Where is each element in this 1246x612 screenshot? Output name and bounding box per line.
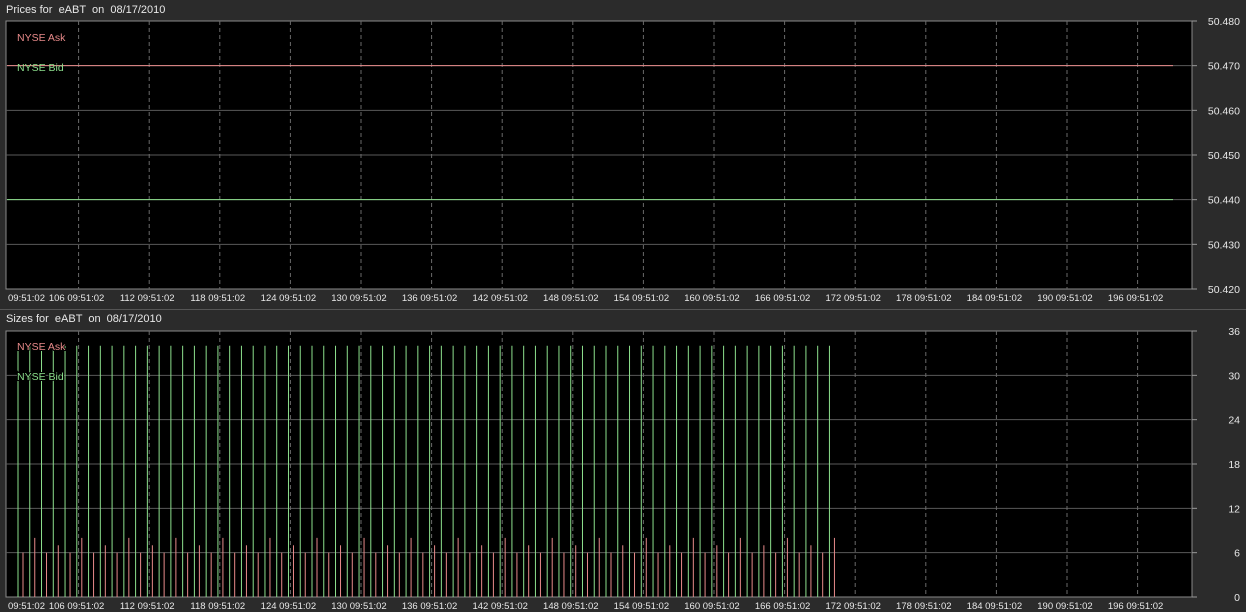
y-tick-label: 50.460 bbox=[1208, 105, 1240, 117]
legend-ask: NYSE Ask bbox=[17, 341, 66, 353]
y-tick-label: 50.420 bbox=[1208, 284, 1240, 296]
y-tick-label: 50.440 bbox=[1208, 195, 1240, 207]
y-tick-label: 50.450 bbox=[1208, 150, 1240, 162]
x-tick-label: 136 09:51:02 bbox=[402, 293, 457, 304]
x-tick-label: 142 09:51:02 bbox=[472, 601, 527, 612]
legend-ask: NYSE Ask bbox=[17, 32, 66, 44]
x-tick-label: 136 09:51:02 bbox=[402, 601, 457, 612]
y-tick-label: 24 bbox=[1228, 415, 1240, 427]
x-tick-label: 148 09:51:02 bbox=[543, 601, 598, 612]
x-tick-label: 172 09:51:02 bbox=[825, 293, 880, 304]
x-tick-label: 154 09:51:02 bbox=[614, 601, 669, 612]
y-tick-label: 6 bbox=[1234, 548, 1240, 560]
x-tick-label: 118 09:51:02 bbox=[190, 293, 245, 304]
x-tick-label: 154 09:51:02 bbox=[614, 293, 669, 304]
y-tick-label: 0 bbox=[1234, 592, 1240, 604]
x-tick-label: 09:51:02 bbox=[8, 601, 45, 612]
y-tick-label: 50.470 bbox=[1208, 61, 1240, 73]
x-tick-label: 130 09:51:02 bbox=[331, 293, 386, 304]
x-tick-label: 178 09:51:02 bbox=[896, 601, 951, 612]
x-tick-label: 124 09:51:02 bbox=[261, 601, 316, 612]
x-tick-label: 118 09:51:02 bbox=[190, 601, 245, 612]
y-tick-label: 30 bbox=[1228, 370, 1240, 382]
x-tick-label: 130 09:51:02 bbox=[331, 601, 386, 612]
prices-chart: 50.480 50.470 50.460 50.450 50.440 50.430 50.4… bbox=[5, 16, 1240, 304]
x-tick-label: 112 09:51:02 bbox=[120, 293, 175, 304]
x-tick-label: 196 09:51:02 bbox=[1108, 293, 1163, 304]
x-tick-label: 160 09:51:02 bbox=[684, 601, 739, 612]
y-tick-label: 50.430 bbox=[1208, 239, 1240, 251]
prices-panel: Prices for eABT on 08/17/2010 50.480 50.4… bbox=[0, 0, 1246, 307]
x-tick-label: 166 09:51:02 bbox=[755, 601, 810, 612]
x-tick-label: 112 09:51:02 bbox=[120, 601, 175, 612]
y-tick-label: 36 bbox=[1228, 326, 1240, 338]
x-tick-label: 124 09:51:02 bbox=[261, 293, 316, 304]
x-tick-label: 160 09:51:02 bbox=[684, 293, 739, 304]
x-tick-label: 106 09:51:02 bbox=[49, 293, 104, 304]
x-tick-label: 184 09:51:02 bbox=[967, 601, 1022, 612]
sizes-panel: Sizes for eABT on 08/17/2010 36 30 24 18 12 6… bbox=[0, 309, 1246, 612]
x-tick-label: 106 09:51:02 bbox=[49, 601, 104, 612]
y-tick-label: 18 bbox=[1228, 459, 1240, 471]
y-tick-label: 50.480 bbox=[1208, 16, 1240, 28]
x-tick-label: 184 09:51:02 bbox=[967, 293, 1022, 304]
x-tick-label: 172 09:51:02 bbox=[825, 601, 880, 612]
x-tick-label: 09:51:02 bbox=[8, 293, 45, 304]
x-tick-label: 148 09:51:02 bbox=[543, 293, 598, 304]
x-tick-label: 142 09:51:02 bbox=[472, 293, 527, 304]
x-tick-label: 178 09:51:02 bbox=[896, 293, 951, 304]
sizes-chart: 36 30 24 18 12 6 0 09:51:02 106 09:51:02 112 09:5… bbox=[5, 326, 1240, 612]
y-tick-label: 12 bbox=[1228, 503, 1240, 515]
x-tick-label: 190 09:51:02 bbox=[1037, 601, 1092, 612]
x-tick-label: 196 09:51:02 bbox=[1108, 601, 1163, 612]
x-tick-label: 166 09:51:02 bbox=[755, 293, 810, 304]
legend-bid: NYSE Bid bbox=[17, 62, 64, 74]
legend-bid: NYSE Bid bbox=[17, 371, 64, 383]
x-tick-label: 190 09:51:02 bbox=[1037, 293, 1092, 304]
